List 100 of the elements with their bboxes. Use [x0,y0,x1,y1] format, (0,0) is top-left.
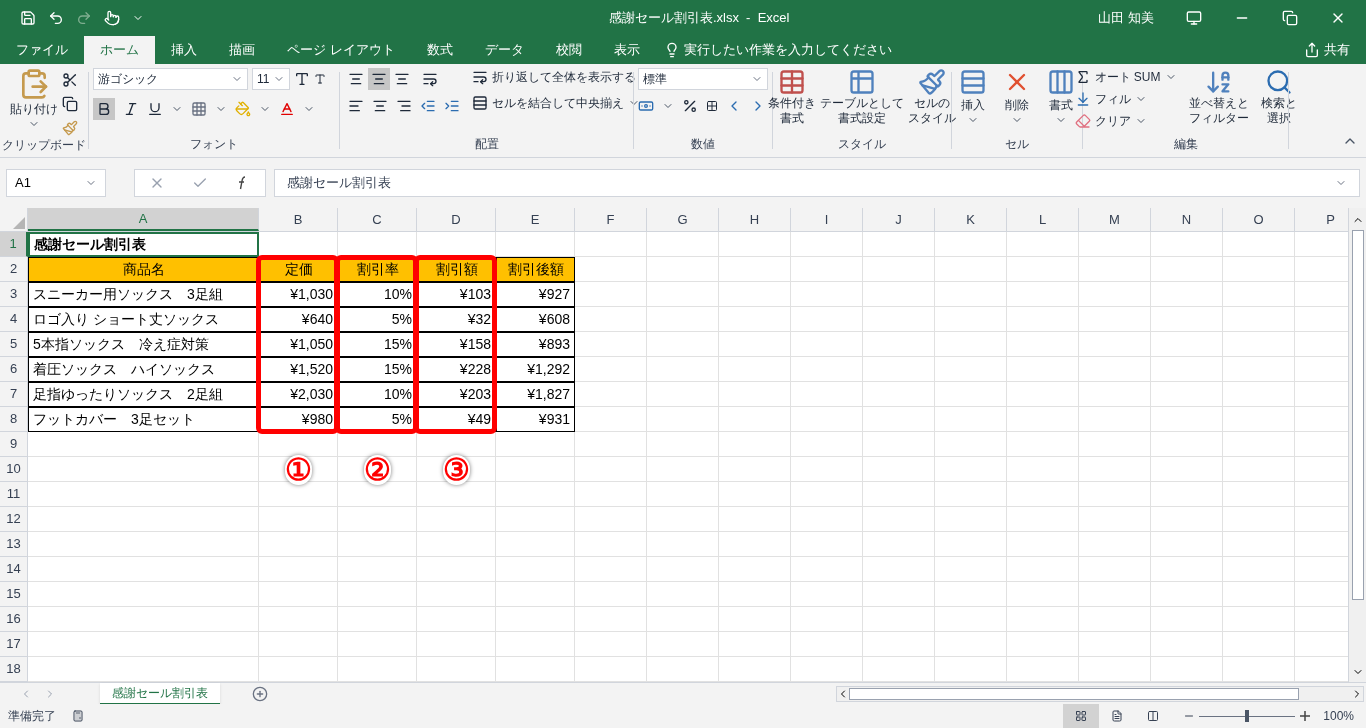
column-header[interactable]: E [496,208,575,231]
fill-color-icon[interactable] [235,101,251,117]
decrease-indent-icon[interactable] [420,98,436,114]
share-icon[interactable] [1304,42,1320,58]
row-header[interactable]: 9 [0,432,28,457]
row-header[interactable]: 6 [0,357,28,382]
italic-icon[interactable] [123,101,139,117]
column-header[interactable]: O [1223,208,1295,231]
redo-icon[interactable] [76,10,92,26]
add-sheet-icon[interactable] [252,685,268,702]
row-header[interactable]: 14 [0,557,28,582]
ribbon-tab[interactable]: 表示 [597,36,656,64]
row-header[interactable]: 15 [0,582,28,607]
font-name-field[interactable]: 游ゴシック [93,68,248,90]
wrap-text-icon[interactable] [472,69,488,85]
column-header[interactable]: C [338,208,417,231]
column-header[interactable]: F [575,208,647,231]
ribbon-tab[interactable]: 描画 [213,36,271,64]
undo-icon[interactable] [48,10,64,26]
font-shrink-icon[interactable] [314,73,326,85]
column-header[interactable]: I [791,208,863,231]
merge-center-button[interactable]: セルを結合して中央揃え [492,94,624,112]
currency-icon[interactable] [638,98,654,114]
middle-align-button[interactable] [368,68,390,90]
increase-indent-icon[interactable] [444,98,460,114]
merge-icon[interactable] [472,95,488,111]
row-header[interactable]: 13 [0,532,28,557]
column-header[interactable]: D [417,208,496,231]
table-format-icon[interactable] [848,68,876,96]
ribbon-tab[interactable]: 挿入 [155,36,213,64]
clear-button[interactable]: クリア [1094,112,1131,130]
ribbon-tab[interactable]: データ [468,36,540,64]
fill-button[interactable]: フィル [1094,90,1131,108]
touch-mode-icon[interactable] [104,10,120,26]
tell-me-field[interactable]: 実行したい作業を入力してください [683,40,892,60]
scrollbar-thumb[interactable] [1351,230,1364,600]
ribbon-tab[interactable]: ホーム [84,36,155,64]
name-box[interactable]: A1 [6,169,106,197]
orientation-icon[interactable] [422,71,438,87]
styles-button[interactable]: 条件付き 書式 [768,96,816,126]
row-header[interactable]: 5 [0,332,28,357]
column-header[interactable]: N [1151,208,1223,231]
formula-field[interactable]: 感謝セール割引表 [274,169,1360,197]
share-button[interactable]: 共有 [1324,40,1350,60]
row-header[interactable]: 16 [0,607,28,632]
column-header[interactable]: H [719,208,791,231]
cells-button[interactable]: 挿入 [961,96,985,114]
borders-icon[interactable] [191,101,207,117]
conditional-format-icon[interactable] [778,68,806,96]
column-header[interactable]: B [259,208,338,231]
column-header[interactable]: M [1079,208,1151,231]
column-header[interactable]: G [647,208,719,231]
row-header[interactable]: 8 [0,407,28,432]
cut-icon[interactable] [62,72,78,88]
bottom-align-icon[interactable] [394,71,410,87]
bold-button[interactable] [93,98,115,120]
font-size-field[interactable]: 11 [252,68,290,90]
column-header[interactable]: K [935,208,1007,231]
column-header[interactable]: J [863,208,935,231]
column-header[interactable]: L [1007,208,1079,231]
row-header[interactable]: 17 [0,632,28,657]
align-left-icon[interactable] [348,98,364,114]
ribbon-tab[interactable]: ファイル [0,36,84,64]
format-cells-icon[interactable] [1047,68,1075,96]
search-icon[interactable] [1264,68,1293,96]
percent-icon[interactable] [682,98,698,114]
save-icon[interactable] [20,10,36,26]
ribbon-tab[interactable]: 数式 [410,36,469,64]
insert-cells-icon[interactable] [959,68,987,96]
zoom-in-icon[interactable] [1299,710,1312,722]
underline-icon[interactable] [147,101,163,117]
sort-filter-button[interactable]: 並べ替えと フィルター [1188,96,1249,126]
number-format-field[interactable]: 標準 [638,68,768,90]
font-color-icon[interactable] [279,101,295,117]
zoom-level[interactable]: 100% [1311,707,1366,725]
restore-icon[interactable] [1282,10,1298,26]
cells-button[interactable]: 書式 [1049,96,1073,114]
align-center-icon[interactable] [372,98,388,114]
row-header[interactable]: 18 [0,657,28,682]
row-header[interactable]: 12 [0,507,28,532]
row-header[interactable]: 11 [0,482,28,507]
row-header[interactable]: 2 [0,257,28,282]
cell-styles-icon[interactable] [918,68,946,96]
eraser-icon[interactable] [1074,113,1091,129]
paste-button[interactable]: 貼り付け [10,100,58,118]
row-header[interactable]: 7 [0,382,28,407]
row-header[interactable]: 1 [0,232,28,257]
font-grow-icon[interactable] [294,71,310,87]
row-header[interactable]: 4 [0,307,28,332]
align-right-icon[interactable] [396,98,412,114]
ribbon-display-icon[interactable] [1186,10,1202,26]
column-header[interactable]: A [28,208,259,231]
top-align-icon[interactable] [348,71,364,87]
normal-view-button[interactable] [1063,704,1100,728]
row-header[interactable]: 10 [0,457,28,482]
format-painter-icon[interactable] [62,120,78,136]
zoom-slider-thumb[interactable] [1245,709,1250,722]
cells-button[interactable]: 削除 [1005,96,1029,114]
autosum-button[interactable]: オート SUM [1094,68,1161,86]
ribbon-tab[interactable]: 校閲 [539,36,598,64]
